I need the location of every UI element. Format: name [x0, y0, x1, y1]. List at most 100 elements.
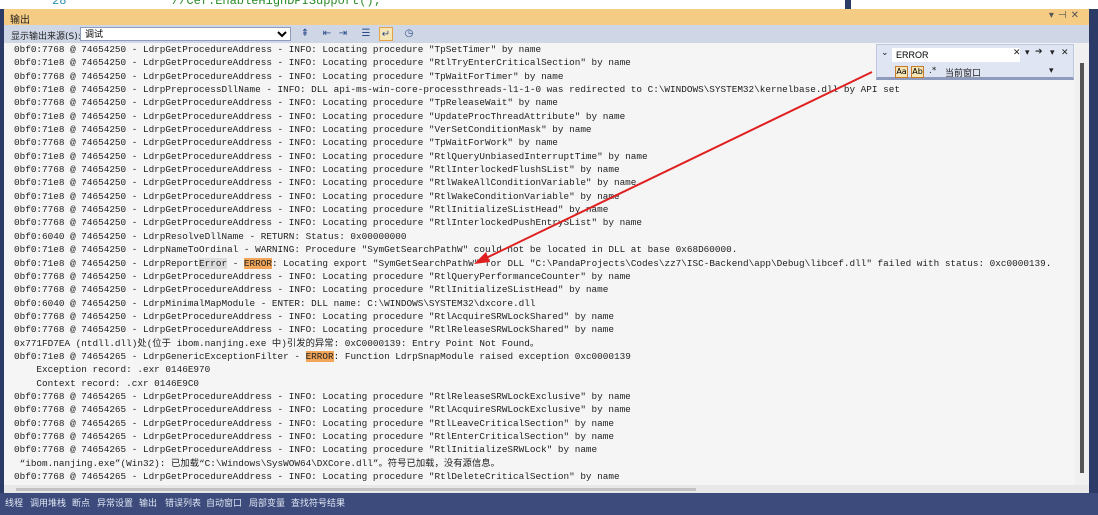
log-line: 0bf0:71e8 @ 74654265 - LdrpGenericExcept…: [14, 350, 1051, 363]
log-line: 0bf0:7768 @ 74654250 - LdrpGetProcedureA…: [14, 163, 1051, 176]
log-line: 0bf0:7768 @ 74654265 - LdrpGetProcedureA…: [14, 430, 1051, 443]
search-scope[interactable]: 当前窗口: [945, 66, 981, 79]
log-line: 0bf0:7768 @ 74654250 - LdrpGetProcedureA…: [14, 310, 1051, 323]
regex-icon[interactable]: .*: [929, 66, 936, 76]
search-history-icon[interactable]: ▾: [1025, 48, 1030, 58]
log-text: 0bf0:71e8 @ 74654250 - LdrpGetProcedureA…: [14, 57, 631, 69]
timestamp-icon[interactable]: ◷: [402, 27, 416, 41]
log-line: Exception record: .exr 0146E970: [14, 363, 1051, 376]
expand-replace-icon[interactable]: ⌄: [881, 48, 889, 58]
dropdown-icon[interactable]: ▾: [1049, 10, 1058, 21]
log-text: Exception record: .exr 0146E970: [14, 364, 211, 376]
output-panel-title-bar: 输出 ▾⊣✕: [4, 9, 1089, 26]
scrollbar-thumb[interactable]: [1080, 63, 1084, 473]
code-line: //Cef.EnableHighDPISupport();: [172, 0, 381, 8]
log-text: 0bf0:7768 @ 74654250 - LdrpGetProcedureA…: [14, 164, 620, 176]
clear-search-icon[interactable]: ✕: [1013, 48, 1021, 58]
tab-8[interactable]: 查找符号结果: [291, 496, 345, 509]
output-source-select[interactable]: 调试: [80, 27, 291, 41]
log-text: 0bf0:71e8 @ 74654250 - LdrpReport: [14, 257, 200, 269]
log-text: 0bf0:7768 @ 74654250 - LdrpGetProcedureA…: [14, 44, 542, 55]
log-text: 0bf0:7768 @ 74654265 - LdrpGetProcedureA…: [14, 444, 598, 456]
log-text: 0bf0:71e8 @ 74654250 - LdrpGetProcedureA…: [14, 190, 620, 202]
tab-1[interactable]: 调用堆栈: [30, 496, 66, 509]
scope-dropdown-icon[interactable]: ▾: [1049, 66, 1054, 76]
log-text: 0bf0:7768 @ 74654250 - LdrpGetProcedureA…: [14, 97, 558, 109]
search-match-highlight: ERROR: [243, 257, 272, 269]
log-text: 0bf0:7768 @ 74654250 - LdrpGetProcedureA…: [14, 70, 564, 82]
log-line: 0bf0:7768 @ 74654265 - LdrpGetProcedureA…: [14, 417, 1051, 430]
log-line: 0bf0:7768 @ 74654250 - LdrpGetProcedureA…: [14, 203, 1051, 216]
log-text: 0bf0:6040 @ 74654250 - LdrpResolveDllNam…: [14, 230, 407, 242]
log-line: 0bf0:71e8 @ 74654250 - LdrpGetProcedureA…: [14, 176, 1051, 189]
log-line: 0x771FD7EA (ntdll.dll)处(位于 ibom.nanjing.…: [14, 337, 1051, 350]
log-line: 0bf0:6040 @ 74654250 - LdrpMinimalMapMod…: [14, 297, 1051, 310]
next-message-icon[interactable]: ⇥: [336, 27, 350, 41]
log-line: 0bf0:71e8 @ 74654250 - LdrpGetProcedureA…: [14, 110, 1051, 123]
tab-5[interactable]: 错误列表: [165, 496, 201, 509]
close-icon[interactable]: ✕: [1071, 10, 1083, 21]
log-line: 0bf0:7768 @ 74654250 - LdrpGetProcedureA…: [14, 323, 1051, 336]
log-text: 0bf0:7768 @ 74654250 - LdrpGetProcedureA…: [14, 137, 558, 149]
window-border: [1089, 9, 1098, 493]
match-case-toggle[interactable]: Aa: [895, 66, 908, 78]
tab-0[interactable]: 线程: [5, 496, 23, 509]
find-options-icon[interactable]: ▾: [1050, 48, 1055, 58]
find-message-icon[interactable]: ⇞: [298, 27, 312, 41]
log-text: : Locating export "SymGetSearchPathW" fo…: [271, 257, 1052, 269]
log-line: 0bf0:71e8 @ 74654250 - LdrpGetProcedureA…: [14, 190, 1051, 203]
log-line: 0bf0:71e8 @ 74654250 - LdrpPreprocessDll…: [14, 83, 1051, 96]
log-text: 0bf0:71e8 @ 74654265 - LdrpGenericExcept…: [14, 350, 306, 362]
log-text: 0bf0:7768 @ 74654250 - LdrpGetProcedureA…: [14, 204, 609, 216]
output-text-area[interactable]: 0bf0:7768 @ 74654250 - LdrpGetProcedureA…: [4, 43, 1089, 485]
log-line: 0bf0:7768 @ 74654265 - LdrpGetProcedureA…: [14, 470, 1051, 483]
log-line: 0bf0:7768 @ 74654250 - LdrpGetProcedureA…: [14, 216, 1051, 229]
log-line: 0bf0:71e8 @ 74654250 - LdrpGetProcedureA…: [14, 123, 1051, 136]
tab-3[interactable]: 异常设置: [97, 496, 133, 509]
splitter: [845, 0, 851, 9]
log-text: 0bf0:71e8 @ 74654250 - LdrpGetProcedureA…: [14, 110, 626, 122]
previous-message-icon[interactable]: ⇤: [320, 27, 334, 41]
log-line: 0bf0:7768 @ 74654250 - LdrpGetProcedureA…: [14, 283, 1051, 296]
search-match-highlight: ERROR: [305, 350, 334, 362]
log-text: -: [227, 257, 244, 269]
vertical-scrollbar[interactable]: [1075, 43, 1089, 485]
log-text: 0bf0:7768 @ 74654250 - LdrpGetProcedureA…: [14, 217, 643, 229]
log-line: 0bf0:71e8 @ 74654250 - LdrpNameToOrdinal…: [14, 243, 1051, 256]
log-text: 0bf0:7768 @ 74654265 - LdrpGetProcedureA…: [14, 404, 631, 416]
horizontal-scrollbar[interactable]: [4, 485, 1089, 493]
log-line: 0bf0:71e8 @ 74654250 - LdrpReportError -…: [14, 257, 1051, 270]
pin-icon[interactable]: ⊣: [1058, 10, 1071, 21]
log-text: 0bf0:71e8 @ 74654250 - LdrpGetProcedureA…: [14, 150, 648, 162]
log-text: 0bf0:6040 @ 74654250 - LdrpMinimalMapMod…: [14, 297, 536, 309]
log-text: 0bf0:71e8 @ 74654250 - LdrpNameToOrdinal…: [14, 244, 738, 256]
line-number: 28: [52, 0, 67, 8]
log-text: : Function LdrpSnapModule raised excepti…: [333, 350, 631, 362]
scrollbar-thumb[interactable]: [16, 488, 696, 491]
find-input[interactable]: [892, 48, 1020, 62]
clear-all-icon[interactable]: ☰: [359, 27, 373, 41]
log-line: 0bf0:7768 @ 74654265 - LdrpGetProcedureA…: [14, 443, 1051, 456]
log-text: 0bf0:7768 @ 74654265 - LdrpGetProcedureA…: [14, 390, 631, 402]
log-text: “ibom.nanjing.exe”(Win32): 已加载“C:\Window…: [14, 457, 500, 469]
log-line: 0bf0:7768 @ 74654250 - LdrpGetProcedureA…: [14, 270, 1051, 283]
log-text: 0x771FD7EA (ntdll.dll)处(位于 ibom.nanjing.…: [14, 337, 540, 349]
bottom-tool-tabs: 线程 调用堆栈 断点 异常设置 输出 错误列表 自动窗口 局部变量 查找符号结果: [0, 493, 1098, 515]
log-line: 0bf0:7768 @ 74654265 - LdrpGetProcedureA…: [14, 403, 1051, 416]
log-line: Context record: .cxr 0146E9C0: [14, 377, 1051, 390]
tab-2[interactable]: 断点: [72, 496, 90, 509]
tab-7[interactable]: 局部变量: [249, 496, 285, 509]
log-text: 0bf0:7768 @ 74654250 - LdrpGetProcedureA…: [14, 310, 614, 322]
log-line: 0bf0:7768 @ 74654265 - LdrpGetProcedureA…: [14, 390, 1051, 403]
search-match-highlight: Error: [199, 257, 228, 269]
tab-4[interactable]: 输出: [139, 496, 157, 509]
log-text: 0bf0:71e8 @ 74654250 - LdrpGetProcedureA…: [14, 124, 592, 136]
log-line: 0bf0:71e8 @ 74654250 - LdrpGetProcedureA…: [14, 150, 1051, 163]
find-next-icon[interactable]: ➔: [1035, 47, 1043, 57]
whole-word-toggle[interactable]: Ab: [911, 66, 924, 78]
log-line: 0bf0:7768 @ 74654250 - LdrpGetProcedureA…: [14, 96, 1051, 109]
close-find-icon[interactable]: ✕: [1061, 48, 1069, 58]
code-editor-strip: 28 //Cef.EnableHighDPISupport();: [0, 0, 1098, 9]
word-wrap-icon[interactable]: ↵: [379, 27, 393, 41]
tab-6[interactable]: 自动窗口: [206, 496, 242, 509]
